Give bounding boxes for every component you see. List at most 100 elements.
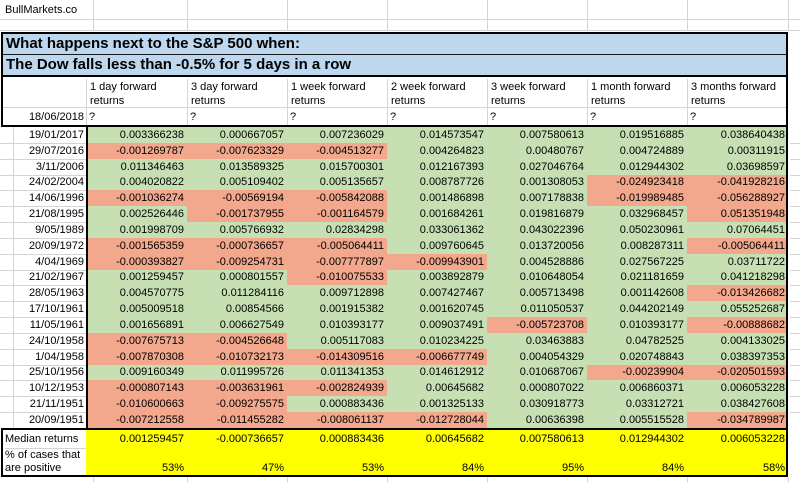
median-returns-label[interactable]: Median returns	[5, 430, 85, 449]
return-cell[interactable]: 0.03463883	[487, 333, 587, 349]
column-header[interactable]: 1 week forwardreturns	[287, 79, 387, 108]
return-cell[interactable]: 0.013589325	[187, 159, 287, 175]
return-cell[interactable]: -0.007870308	[86, 349, 187, 365]
return-cell[interactable]: 0.07064451	[687, 222, 788, 238]
date-cell[interactable]: 10/12/1953	[0, 380, 86, 396]
column-header[interactable]: 1 day forwardreturns	[86, 79, 187, 108]
return-cell[interactable]: 0.050230961	[587, 222, 687, 238]
return-cell[interactable]: -0.001164579	[287, 206, 387, 222]
return-cell[interactable]: -0.000807143	[86, 380, 187, 396]
return-cell[interactable]: 0.00854566	[187, 301, 287, 317]
return-cell[interactable]: 0.030918773	[487, 396, 587, 412]
return-cell[interactable]: 0.019816879	[487, 206, 587, 222]
return-cell[interactable]: 0.005135657	[287, 175, 387, 190]
positive-pct-cell[interactable]: 47%	[187, 461, 287, 475]
return-cell[interactable]: 0.003892879	[387, 270, 487, 285]
return-cell[interactable]: 0.033061362	[387, 222, 487, 238]
return-cell[interactable]: 0.015700301	[287, 159, 387, 175]
return-cell[interactable]: 0.043022396	[487, 222, 587, 238]
date-cell[interactable]: 29/07/2016	[0, 143, 86, 159]
positive-pct-cell[interactable]: 53%	[287, 461, 387, 475]
return-cell[interactable]: -0.008061137	[287, 412, 387, 428]
pending-cell[interactable]: ?	[687, 108, 788, 127]
positive-cases-label[interactable]: % of cases that are positive	[5, 449, 85, 475]
return-cell[interactable]: 0.004570775	[86, 285, 187, 301]
return-cell[interactable]: -0.013426682	[687, 285, 788, 301]
return-cell[interactable]: -0.00569194	[187, 190, 287, 206]
column-header[interactable]: 3 day forwardreturns	[187, 79, 287, 108]
positive-pct-cell[interactable]: 58%	[687, 461, 788, 475]
return-cell[interactable]: 0.001915382	[287, 301, 387, 317]
return-cell[interactable]: 0.019516885	[587, 127, 687, 143]
pending-cell[interactable]: ?	[187, 108, 287, 127]
return-cell[interactable]: 0.020748843	[587, 349, 687, 365]
return-cell[interactable]: -0.024923418	[587, 175, 687, 190]
column-header[interactable]: 3 months forwardreturns	[687, 79, 788, 108]
return-cell[interactable]: 0.005009518	[86, 301, 187, 317]
pending-cell[interactable]: ?	[287, 108, 387, 127]
return-cell[interactable]: 0.010393177	[587, 317, 687, 333]
return-cell[interactable]: 0.001620745	[387, 301, 487, 317]
return-cell[interactable]: 0.000801557	[187, 270, 287, 285]
return-cell[interactable]: -0.020501593	[687, 365, 788, 380]
date-cell[interactable]: 25/10/1956	[0, 365, 86, 380]
return-cell[interactable]: 0.011346463	[86, 159, 187, 175]
return-cell[interactable]: 0.011050537	[487, 301, 587, 317]
return-cell[interactable]: 0.010687067	[487, 365, 587, 380]
return-cell[interactable]: 0.001684261	[387, 206, 487, 222]
return-cell[interactable]: 0.04782525	[587, 333, 687, 349]
return-cell[interactable]: 0.009712898	[287, 285, 387, 301]
return-cell[interactable]: 0.004724889	[587, 143, 687, 159]
return-cell[interactable]: -0.009943901	[387, 254, 487, 270]
return-cell[interactable]: -0.041928216	[687, 175, 788, 190]
return-cell[interactable]: -0.010732173	[187, 349, 287, 365]
return-cell[interactable]: 0.004054329	[487, 349, 587, 365]
pending-cell[interactable]: ?	[387, 108, 487, 127]
return-cell[interactable]: -0.056288927	[687, 190, 788, 206]
date-cell[interactable]: 1/04/1958	[0, 349, 86, 365]
return-cell[interactable]: 0.010648054	[487, 270, 587, 285]
date-cell[interactable]: 14/06/1996	[0, 190, 86, 206]
positive-pct-cell[interactable]: 95%	[487, 461, 587, 475]
column-header[interactable]: 1 month forwardreturns	[587, 79, 687, 108]
date-cell[interactable]: 20/09/1951	[0, 412, 86, 428]
positive-pct-cell[interactable]: 84%	[587, 461, 687, 475]
return-cell[interactable]: 0.001259457	[86, 270, 187, 285]
return-cell[interactable]: -0.005064411	[287, 238, 387, 254]
date-cell[interactable]: 9/05/1989	[0, 222, 86, 238]
return-cell[interactable]: -0.007675713	[86, 333, 187, 349]
return-cell[interactable]: 0.038397353	[687, 349, 788, 365]
return-cell[interactable]: 0.03312721	[587, 396, 687, 412]
return-cell[interactable]: 0.001325133	[387, 396, 487, 412]
return-cell[interactable]: 0.007427467	[387, 285, 487, 301]
return-cell[interactable]: 0.038640438	[687, 127, 788, 143]
positive-pct-cell[interactable]: 84%	[387, 461, 487, 475]
return-cell[interactable]: 0.005766932	[187, 222, 287, 238]
median-cell[interactable]: 0.001259457	[86, 430, 187, 449]
return-cell[interactable]: -0.005064411	[687, 238, 788, 254]
return-cell[interactable]: -0.000736657	[187, 238, 287, 254]
median-cell[interactable]: 0.012944302	[587, 430, 687, 449]
return-cell[interactable]: 0.00480767	[487, 143, 587, 159]
return-cell[interactable]: 0.004528886	[487, 254, 587, 270]
return-cell[interactable]: -0.004513277	[287, 143, 387, 159]
return-cell[interactable]: 0.014612912	[387, 365, 487, 380]
date-cell[interactable]: 3/11/2006	[0, 159, 86, 175]
return-cell[interactable]: -0.005842088	[287, 190, 387, 206]
return-cell[interactable]: 0.00636398	[487, 412, 587, 428]
return-cell[interactable]: 0.051351948	[687, 206, 788, 222]
return-cell[interactable]: 0.005515528	[587, 412, 687, 428]
return-cell[interactable]: -0.00888682	[687, 317, 788, 333]
return-cell[interactable]: 0.011284116	[187, 285, 287, 301]
date-cell[interactable]: 4/04/1969	[0, 254, 86, 270]
positive-pct-cell[interactable]: 53%	[86, 461, 187, 475]
return-cell[interactable]: -0.000393827	[86, 254, 187, 270]
return-cell[interactable]: 0.011341353	[287, 365, 387, 380]
return-cell[interactable]: 0.009160349	[86, 365, 187, 380]
return-cell[interactable]: -0.019989485	[587, 190, 687, 206]
return-cell[interactable]: 0.005109402	[187, 175, 287, 190]
return-cell[interactable]: 0.007236029	[287, 127, 387, 143]
pending-cell[interactable]: ?	[587, 108, 687, 127]
median-cell[interactable]: 0.000883436	[287, 430, 387, 449]
return-cell[interactable]: -0.011455282	[187, 412, 287, 428]
